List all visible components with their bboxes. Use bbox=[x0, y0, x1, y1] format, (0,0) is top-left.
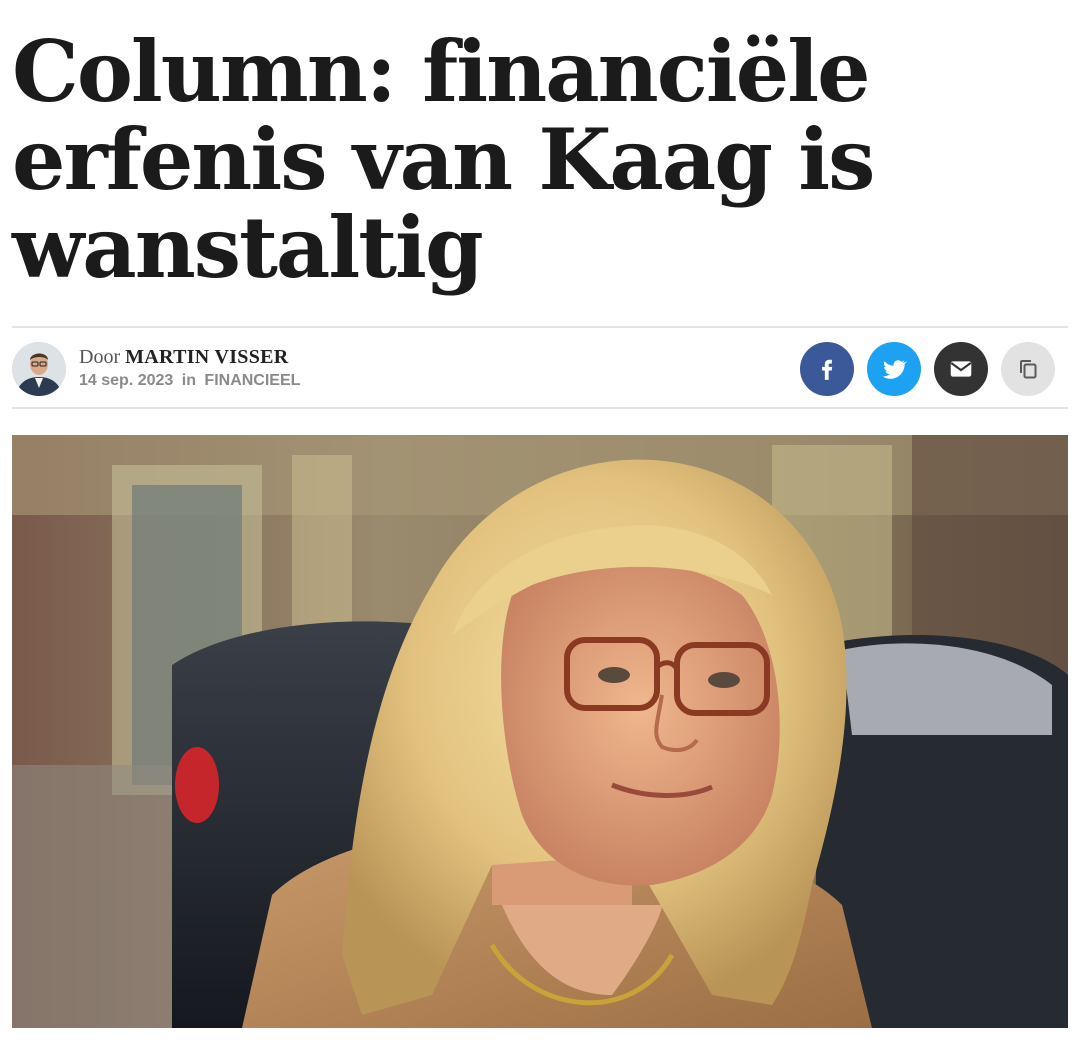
author-avatar[interactable] bbox=[12, 342, 66, 396]
facebook-icon bbox=[822, 359, 833, 380]
article-title: Column: financiële erfenis van Kaag is w… bbox=[12, 22, 875, 297]
divider-bottom bbox=[12, 407, 1068, 409]
email-icon bbox=[950, 361, 972, 377]
copy-icon bbox=[1020, 360, 1037, 379]
copy-link-button[interactable] bbox=[1001, 342, 1055, 396]
share-email-button[interactable] bbox=[934, 342, 988, 396]
divider-top bbox=[12, 326, 1068, 328]
category-link[interactable]: FINANCIEEL bbox=[204, 372, 300, 389]
share-facebook-button[interactable] bbox=[800, 342, 854, 396]
author-name[interactable]: MARTIN VISSER bbox=[125, 346, 288, 368]
byline-prefix: Door bbox=[79, 346, 121, 368]
twitter-icon bbox=[882, 360, 907, 379]
publish-date: 14 sep. 2023 bbox=[79, 372, 174, 389]
category-prefix: in bbox=[181, 372, 196, 389]
share-twitter-button[interactable] bbox=[867, 342, 921, 396]
byline: Door MARTIN VISSER 14 sep. 2023 in FINAN… bbox=[12, 342, 1068, 398]
hero-photo bbox=[12, 435, 1068, 1028]
